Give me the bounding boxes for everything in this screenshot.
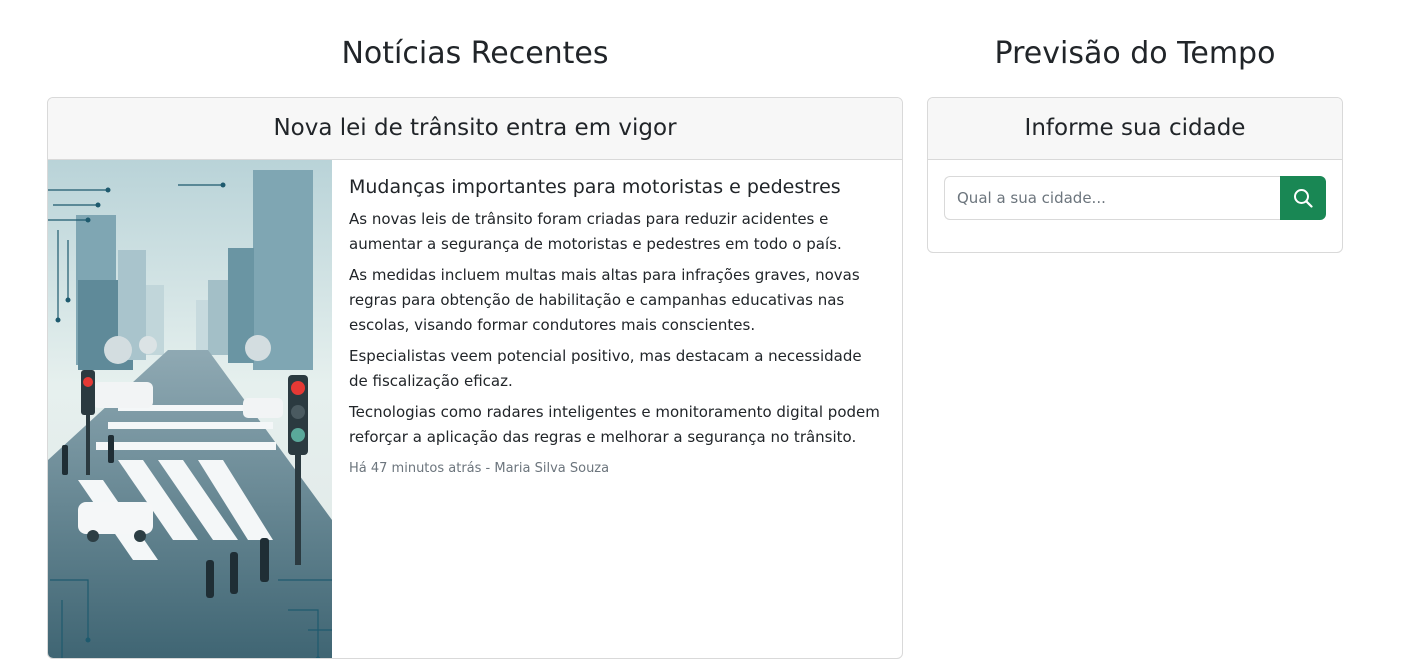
news-card-header: Nova lei de trânsito entra em vigor bbox=[48, 98, 902, 160]
news-section-title: Notícias Recentes bbox=[341, 36, 609, 71]
weather-card-header: Informe sua cidade bbox=[928, 98, 1342, 160]
news-card: Nova lei de trânsito entra em vigor Muda… bbox=[47, 97, 903, 659]
weather-card-body bbox=[928, 160, 1342, 236]
search-button[interactable] bbox=[1280, 176, 1326, 220]
news-card-body: Mudanças importantes para motoristas e p… bbox=[48, 160, 902, 658]
news-headline: Mudanças importantes para motoristas e p… bbox=[349, 176, 841, 198]
city-search-group bbox=[944, 176, 1326, 220]
news-paragraph-4: Tecnologias como radares inteligentes e … bbox=[349, 403, 880, 446]
search-icon bbox=[1294, 189, 1313, 208]
news-meta: Há 47 minutos atrás - Maria Silva Souza bbox=[349, 461, 610, 476]
city-input[interactable] bbox=[944, 176, 1280, 220]
weather-card: Informe sua cidade bbox=[927, 97, 1343, 253]
news-text: Mudanças importantes para motoristas e p… bbox=[332, 160, 902, 658]
news-column: Notícias Recentes Nova lei de trânsito e… bbox=[47, 0, 903, 659]
news-paragraph-2: As medidas incluem multas mais altas par… bbox=[349, 266, 860, 334]
news-image bbox=[48, 160, 332, 658]
news-paragraph-1: As novas leis de trânsito foram criadas … bbox=[349, 210, 842, 253]
weather-section-title: Previsão do Tempo bbox=[994, 36, 1276, 71]
weather-column: Previsão do Tempo Informe sua cidade bbox=[927, 0, 1343, 253]
news-paragraph-3: Especialistas veem potencial positivo, m… bbox=[349, 347, 862, 390]
